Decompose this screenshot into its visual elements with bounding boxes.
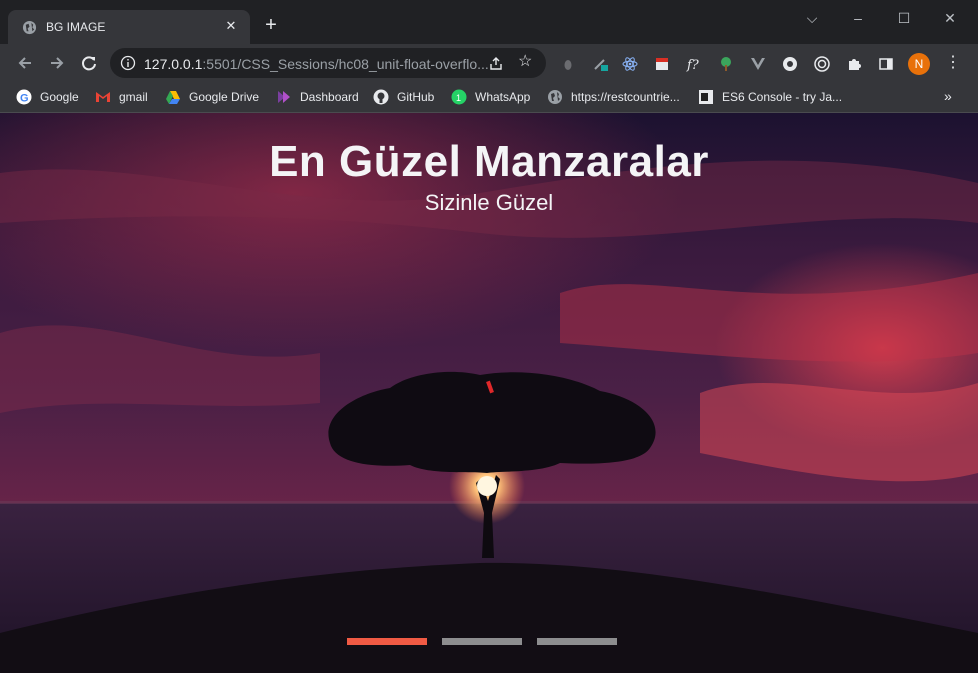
bookmark-label: GitHub (397, 90, 435, 104)
bookmark-dashboard[interactable]: Dashboard (276, 89, 359, 105)
extension-calendar-icon[interactable] (654, 56, 670, 72)
svg-text:1: 1 (456, 93, 461, 103)
bookmark-label: Google (40, 90, 79, 104)
svg-text:G: G (20, 93, 29, 105)
extension-tree-icon[interactable] (718, 56, 734, 72)
new-tab-button[interactable]: + (262, 15, 280, 35)
hero-title: En Güzel Manzaralar (269, 137, 709, 186)
back-arrow-icon[interactable] (14, 52, 36, 74)
bookmark-es6-console[interactable]: ES6 Console - try Ja... (698, 89, 842, 105)
svg-text:f?: f? (686, 58, 700, 72)
es6-icon (699, 90, 713, 104)
extension-pen-icon[interactable] (592, 56, 608, 72)
page-content: En Güzel Manzaralar Sizinle Güzel (0, 113, 978, 673)
kebab-menu-icon[interactable]: ⋮ (945, 54, 961, 72)
globe-icon (548, 90, 562, 104)
bookmark-label: WhatsApp (475, 90, 531, 104)
maximize-button[interactable]: ☐ (892, 8, 916, 28)
bookmark-label: gmail (119, 90, 148, 104)
reload-icon[interactable] (78, 52, 100, 74)
bookmark-label: ES6 Console - try Ja... (722, 90, 843, 104)
github-icon (373, 89, 389, 105)
slider-indicator-3[interactable] (537, 638, 617, 645)
puzzle-extensions-icon[interactable] (846, 56, 862, 72)
bookmark-gmail[interactable]: gmail (95, 89, 148, 105)
chevron-down-icon[interactable]: ⌵ (800, 8, 824, 28)
share-icon[interactable] (488, 55, 504, 71)
bookmark-label: https://restcountrie... (571, 90, 680, 104)
tab-title: BG IMAGE (46, 20, 106, 34)
bookmark-google-drive[interactable]: Google Drive (165, 89, 259, 105)
bookmark-label: Dashboard (300, 90, 359, 104)
forward-arrow-icon[interactable] (46, 52, 68, 74)
bookmarks-overflow-icon[interactable]: » (944, 88, 952, 104)
url-text[interactable]: 127.0.0.1:5501/CSS_Sessions/hc08_unit-fl… (144, 56, 489, 72)
globe-icon (22, 20, 37, 35)
bookmark-restcountries[interactable]: https://restcountrie... (547, 89, 680, 105)
bookmark-github[interactable]: GitHub (373, 89, 434, 105)
profile-avatar[interactable]: N (908, 53, 930, 75)
address-bar[interactable]: 127.0.0.1:5501/CSS_Sessions/hc08_unit-fl… (110, 48, 546, 78)
url-path: :5501/CSS_Sessions/hc08_unit-float-overf… (202, 56, 489, 72)
bookmark-label: Google Drive (189, 90, 260, 104)
extension-circle-icon[interactable] (782, 56, 798, 72)
toolbar: 127.0.0.1:5501/CSS_Sessions/hc08_unit-fl… (0, 44, 978, 82)
slider-indicator-2[interactable] (442, 638, 522, 645)
tab-bg-image[interactable]: BG IMAGE ✕ (8, 10, 250, 44)
extension-target-icon[interactable] (814, 56, 830, 72)
tab-strip: BG IMAGE ✕ + ⌵ – ☐ ✕ (0, 0, 978, 44)
google-drive-icon (166, 91, 180, 104)
close-window-button[interactable]: ✕ (938, 8, 962, 28)
gmail-icon (96, 92, 110, 102)
browser-window: BG IMAGE ✕ + ⌵ – ☐ ✕ 127.0.0.1:5501/CSS_… (0, 0, 978, 673)
dashboard-icon (278, 91, 290, 103)
hero-subtitle: Sizinle Güzel (424, 190, 554, 215)
whatsapp-icon: 1 (451, 89, 467, 105)
star-icon[interactable]: ☆ (518, 54, 534, 70)
bookmark-whatsapp[interactable]: 1 WhatsApp (451, 89, 530, 105)
info-icon[interactable] (120, 55, 136, 71)
bookmark-google[interactable]: G Google (16, 89, 79, 105)
side-panel-icon[interactable] (878, 56, 894, 72)
bookmarks-bar: G Google gmail Google Drive Dashboard Gi… (0, 82, 978, 113)
slider-indicators (347, 638, 627, 646)
url-host: 127.0.0.1 (144, 56, 203, 72)
extension-mouse-icon[interactable] (560, 56, 576, 72)
google-icon: G (16, 89, 32, 105)
tab-close-icon[interactable]: ✕ (222, 17, 240, 35)
extension-formula-icon[interactable]: f? (686, 56, 702, 72)
vue-devtools-icon[interactable] (750, 56, 766, 72)
react-devtools-icon[interactable] (622, 56, 638, 72)
minimize-button[interactable]: – (846, 8, 870, 28)
slider-indicator-1[interactable] (347, 638, 427, 645)
